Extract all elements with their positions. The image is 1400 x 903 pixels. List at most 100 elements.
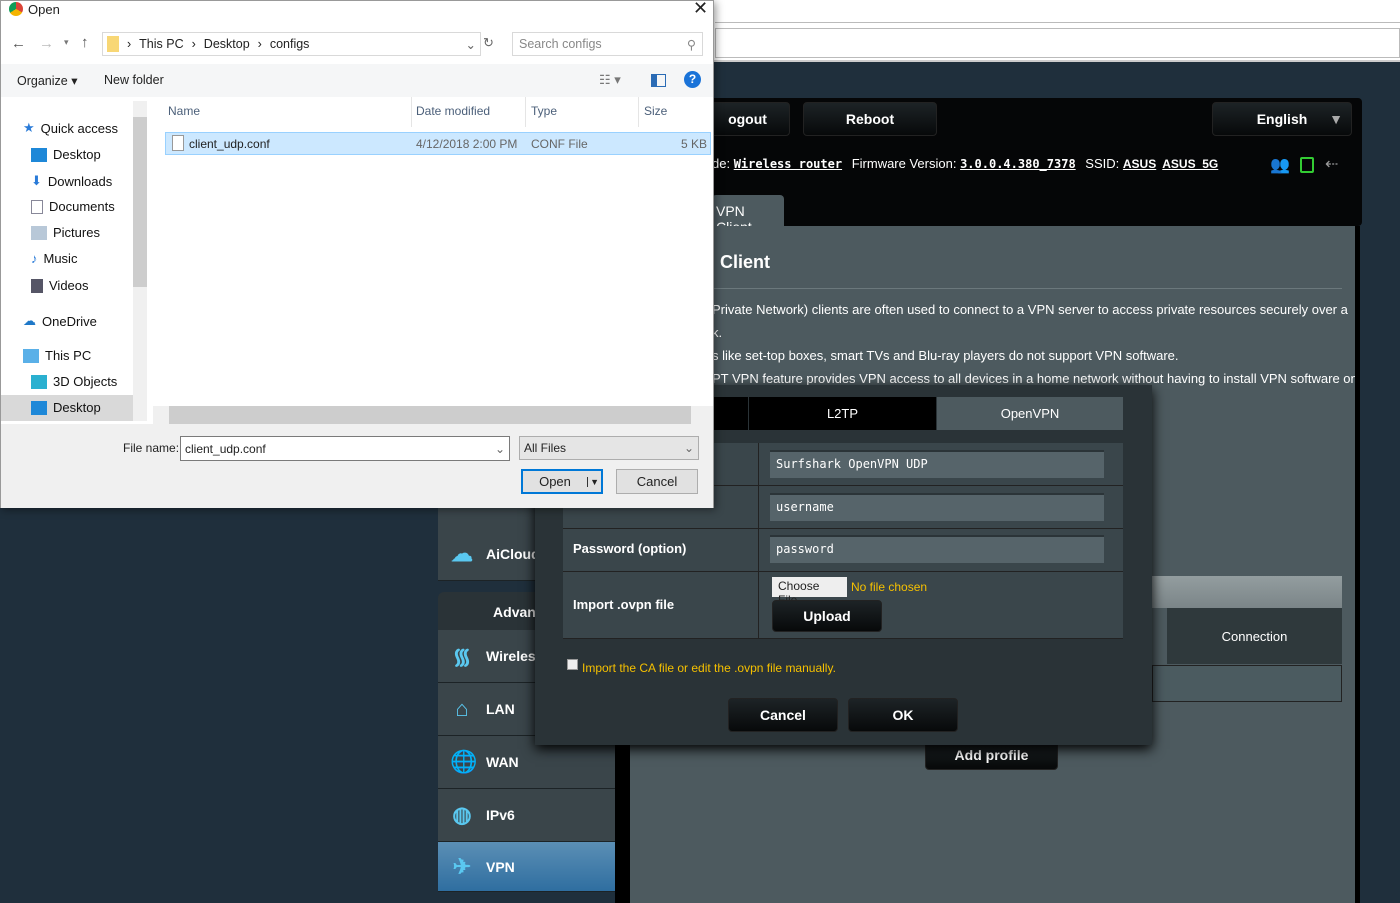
nav-label: 3D Objects	[53, 374, 118, 389]
manual-edit-checkbox[interactable]	[567, 659, 578, 670]
nav-documents[interactable]: Documents	[31, 199, 115, 214]
choose-file-button[interactable]: Choose File	[772, 577, 847, 607]
file-name: client_udp.conf	[189, 137, 270, 151]
nav-desktop-pc[interactable]: Desktop	[31, 400, 101, 415]
refresh-icon[interactable]: ↻	[483, 35, 494, 51]
nav-label: Videos	[49, 278, 89, 293]
nav-music[interactable]: ♪ Music	[31, 251, 77, 266]
horizontal-scrollbar[interactable]	[153, 406, 713, 424]
description-text: s like set-top boxes, smart TVs and Blu-…	[712, 348, 1179, 363]
open-button[interactable]: Open ▼	[521, 469, 603, 494]
column-name[interactable]: Name	[168, 104, 200, 118]
nav-scrollbar[interactable]	[133, 101, 147, 421]
language-select[interactable]: English ▼	[1212, 102, 1352, 136]
filename-input[interactable]: client_udp.conf ⌄	[180, 436, 510, 461]
chevron-down-icon: ▼	[1329, 111, 1343, 127]
nav-onedrive[interactable]: ☁ OneDrive	[23, 313, 97, 329]
nav-label: This PC	[45, 348, 92, 363]
fw-link[interactable]: 3.0.0.4.380_7378	[960, 157, 1076, 171]
clients-icon[interactable]: 👥	[1270, 155, 1290, 175]
username-input[interactable]: username	[770, 493, 1104, 521]
password-input[interactable]: password	[770, 535, 1104, 563]
view-options-icon[interactable]: ☷ ▾	[599, 72, 621, 88]
modal-ok-button[interactable]: OK	[848, 698, 958, 732]
description-text: Private Network) clients are often used …	[712, 302, 1348, 317]
nav-label: Music	[43, 251, 78, 266]
sidebar-item-label: Wireles	[486, 648, 536, 664]
ssid-5g-link[interactable]: ASUS_5G	[1162, 157, 1218, 171]
file-icon	[172, 135, 184, 151]
music-icon: ♪	[31, 251, 38, 266]
organize-button[interactable]: Organize ▾	[17, 73, 77, 88]
ssid-link[interactable]: ASUS	[1123, 157, 1156, 171]
new-folder-button[interactable]: New folder	[104, 73, 164, 87]
chevron-down-icon: ⌄	[683, 441, 694, 455]
breadcrumb-item[interactable]: configs	[270, 37, 310, 51]
sidebar-item-label: VPN	[486, 858, 515, 875]
up-icon[interactable]: ↑	[81, 34, 89, 51]
nav-downloads[interactable]: ⬇ Downloads	[31, 173, 112, 189]
sidebar-item-label: IPv6	[486, 807, 515, 823]
cloud-icon: ☁	[23, 313, 36, 328]
address-bar[interactable]	[715, 28, 1400, 58]
usb-icon[interactable]: ⇠	[1325, 154, 1338, 174]
tab-openvpn[interactable]: OpenVPN	[937, 397, 1123, 430]
column-date[interactable]: Date modified	[416, 104, 490, 118]
back-icon[interactable]: ←	[11, 35, 26, 52]
breadcrumb-item[interactable]: Desktop	[204, 37, 250, 51]
close-icon[interactable]: ✕	[693, 0, 708, 19]
chevron-down-icon[interactable]: ⌄	[466, 37, 476, 52]
search-input[interactable]: Search configs ⚲	[512, 32, 703, 56]
reboot-button[interactable]: Reboot	[803, 102, 937, 136]
nav-label: Pictures	[53, 225, 100, 240]
nav-label: Quick access	[40, 120, 118, 136]
nav-quick-access[interactable]: ★ Quick access	[23, 120, 118, 136]
modal-cancel-button[interactable]: Cancel	[728, 698, 838, 732]
mode-link[interactable]: Wireless router	[734, 157, 842, 171]
nav-pictures[interactable]: Pictures	[31, 225, 100, 240]
divider	[411, 97, 412, 127]
description-input[interactable]: Surfshark OpenVPN UDP	[770, 450, 1104, 478]
column-size[interactable]: Size	[644, 104, 667, 118]
nav-videos[interactable]: Videos	[31, 278, 89, 293]
computer-icon	[23, 348, 39, 363]
filter-value: All Files	[524, 441, 567, 455]
divider	[638, 97, 639, 127]
mode-label: de:	[712, 156, 731, 171]
ssid-label: SSID:	[1085, 156, 1120, 171]
open-file-dialog: Open ✕ ← → ▾ ↑ › This PC › Desktop › confi…	[0, 0, 714, 508]
nav-label: Downloads	[47, 173, 113, 189]
dropdown-arrow-icon[interactable]: ▼	[587, 476, 599, 487]
nav-this-pc[interactable]: This PC	[23, 348, 91, 363]
help-icon[interactable]: ?	[684, 71, 701, 88]
preview-pane-icon[interactable]	[651, 74, 666, 87]
column-type[interactable]: Type	[531, 104, 557, 118]
import-label: Import .ovpn file	[573, 597, 675, 612]
nav-3d-objects[interactable]: 3D Objects	[31, 374, 117, 389]
breadcrumb-item[interactable]: This PC	[139, 37, 183, 51]
tab-l2tp[interactable]: L2TP	[749, 397, 936, 430]
table-header-connection: Connection	[1167, 608, 1342, 664]
search-icon: ⚲	[686, 38, 696, 52]
vpn-icon: ✈	[452, 853, 472, 879]
language-value: English	[1256, 111, 1308, 127]
upload-button[interactable]: Upload	[772, 600, 882, 632]
forward-icon[interactable]: →	[39, 35, 54, 52]
sidebar-item-ipv6[interactable]: ◍ IPv6	[438, 789, 615, 842]
chrome-icon	[9, 2, 23, 16]
videos-icon	[31, 278, 43, 293]
cancel-button[interactable]: Cancel	[616, 469, 698, 494]
password-label: Password (option)	[573, 541, 687, 556]
divider	[758, 443, 759, 639]
network-icon[interactable]	[1300, 157, 1314, 173]
tab-vpn-client[interactable]: VPN Client	[712, 195, 784, 235]
divider	[1355, 226, 1360, 903]
file-row[interactable]: client_udp.conf 4/12/2018 2:00 PM CONF F…	[165, 132, 711, 155]
breadcrumb[interactable]: › This PC › Desktop › configs ⌄	[102, 32, 481, 56]
file-type-filter[interactable]: All Files ⌄	[519, 436, 699, 460]
logout-button[interactable]: ogout	[705, 102, 790, 136]
sidebar-item-vpn[interactable]: ✈ VPN	[438, 842, 615, 892]
manual-edit-label[interactable]: Import the CA file or edit the .ovpn fil…	[582, 661, 836, 675]
nav-desktop[interactable]: Desktop	[31, 147, 101, 162]
recent-dropdown-icon[interactable]: ▾	[64, 37, 69, 48]
